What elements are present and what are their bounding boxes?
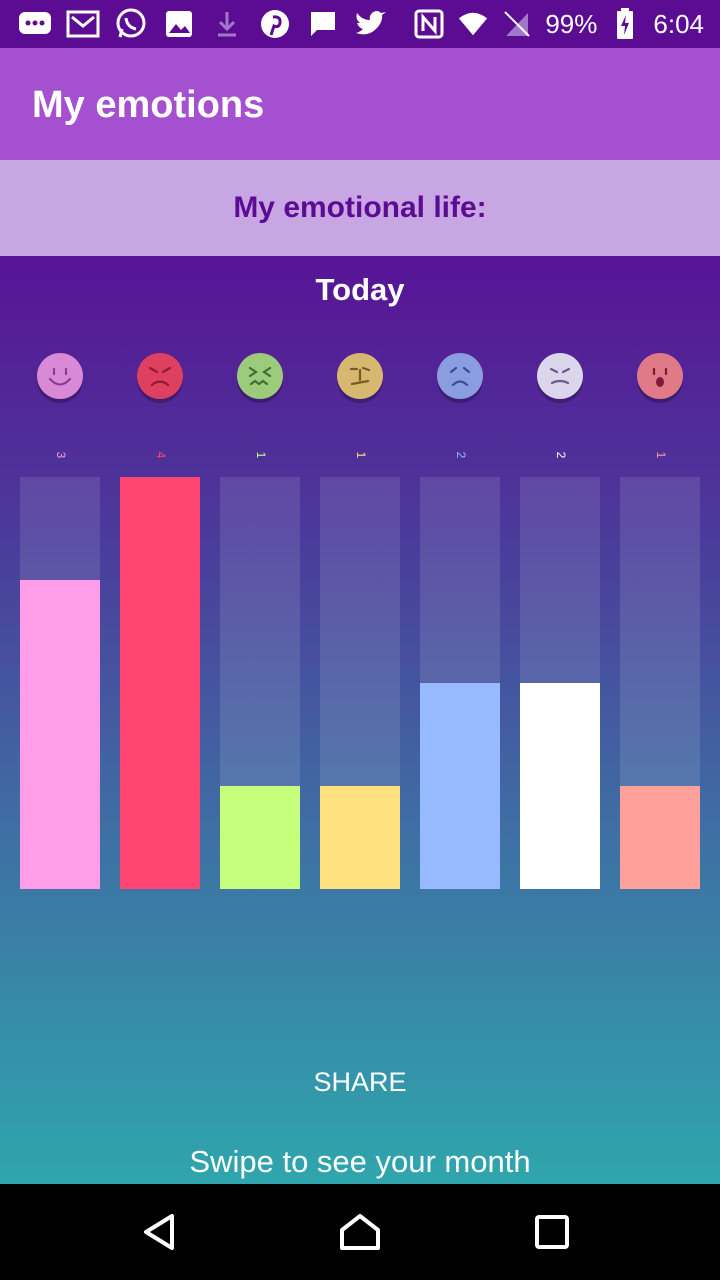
- emotional-life-header: My emotional life:: [0, 160, 720, 256]
- worried-face-icon: [537, 353, 583, 403]
- emotion-bar-chart: 3 4 1 1 2 2 1: [20, 353, 700, 889]
- angry-face-icon: [137, 353, 183, 403]
- angry-bar: [120, 477, 200, 889]
- confused-face-icon: [337, 353, 383, 403]
- worried-bar: [520, 683, 600, 889]
- surprised-bar: [620, 786, 700, 889]
- worried-count-label: 2: [554, 452, 568, 459]
- happy-face-icon: [37, 353, 83, 403]
- clock: 6:04: [653, 8, 704, 39]
- confused-count-label: 1: [354, 452, 368, 459]
- app-bar: My emotions: [0, 48, 720, 160]
- back-icon[interactable]: [136, 1208, 184, 1256]
- sick-face-icon: [237, 353, 283, 403]
- emotion-summary-panel[interactable]: Today 3411221 SHARE Swipe to see your mo…: [0, 256, 720, 1184]
- angry-count-label: 4: [154, 452, 168, 459]
- system-status: 99% 6:04: [413, 6, 704, 42]
- status-bar: 99% 6:04: [0, 0, 720, 48]
- image-icon: [162, 7, 196, 41]
- happy-bar: [20, 580, 100, 889]
- app-title: My emotions: [32, 84, 265, 126]
- message-icon: [306, 7, 340, 41]
- gmail-icon: [66, 7, 100, 41]
- navigation-bar: [0, 1184, 720, 1280]
- recents-icon[interactable]: [528, 1208, 576, 1256]
- battery-charging-icon: [609, 8, 641, 40]
- sick-count-label: 1: [254, 452, 268, 459]
- emotional-life-title: My emotional life:: [233, 191, 487, 224]
- sad-face-icon: [437, 353, 483, 403]
- surprised-count-label: 1: [654, 452, 668, 459]
- battery-percentage: 99%: [545, 8, 598, 39]
- sick-bar: [220, 786, 300, 889]
- surprised-face-icon: [637, 353, 683, 403]
- twitter-icon: [354, 7, 388, 41]
- no-sim-icon: [501, 8, 533, 40]
- home-icon[interactable]: [336, 1208, 384, 1256]
- swipe-hint: Swipe to see your month: [189, 1144, 531, 1179]
- chat-icon: [18, 7, 52, 41]
- notification-icons: [18, 6, 388, 42]
- sad-bar: [420, 683, 500, 889]
- happy-count-label: 3: [54, 452, 68, 459]
- confused-bar: [320, 786, 400, 889]
- download-icon: [210, 7, 244, 41]
- sad-count-label: 2: [454, 452, 468, 459]
- wifi-icon: [457, 8, 489, 40]
- pinterest-icon: [258, 7, 292, 41]
- nfc-icon: [413, 8, 445, 40]
- whatsapp-icon: [114, 7, 148, 41]
- share-button[interactable]: SHARE: [260, 1062, 460, 1102]
